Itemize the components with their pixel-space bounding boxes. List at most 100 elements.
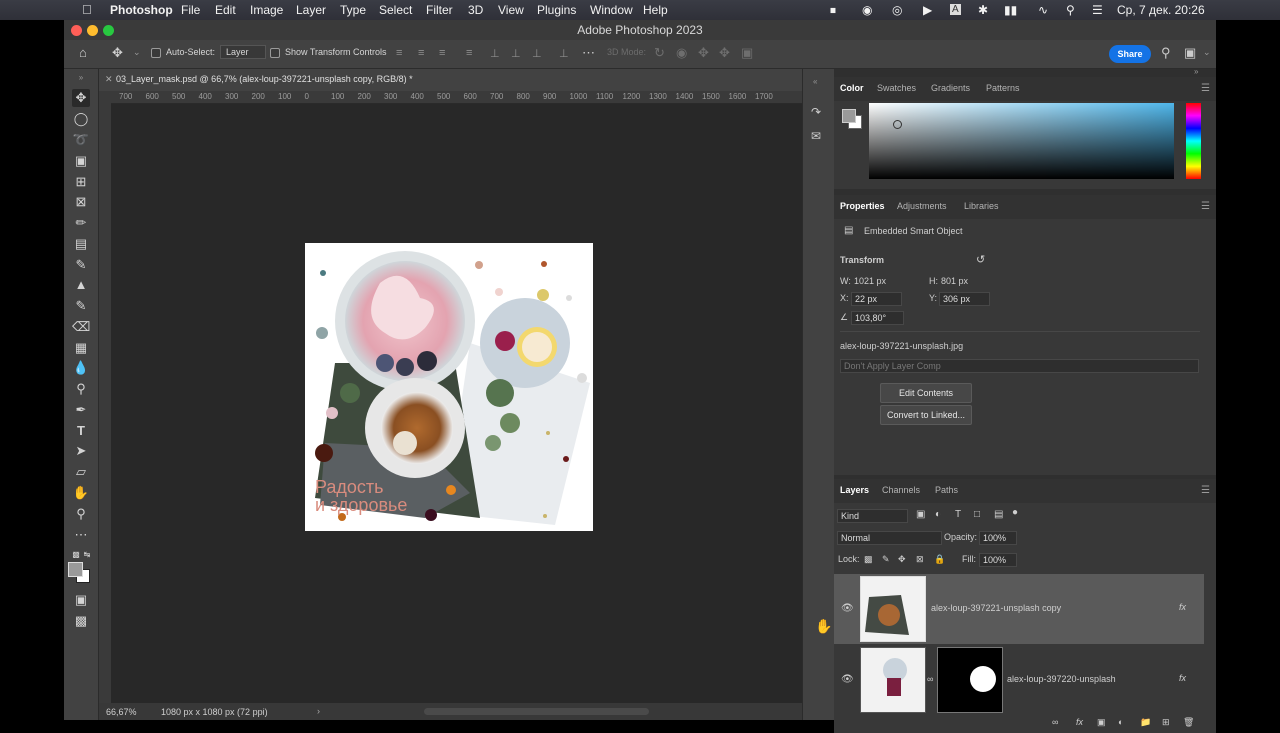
- hue-slider[interactable]: [1186, 103, 1201, 179]
- menu-view[interactable]: View: [498, 3, 524, 17]
- link-layers-icon[interactable]: ∞: [1052, 717, 1058, 727]
- quick-mask-icon[interactable]: ▣: [72, 591, 90, 609]
- pen-tool-icon[interactable]: ✒: [72, 401, 90, 419]
- h-value[interactable]: 801 px: [941, 276, 968, 286]
- layer-row[interactable]: 👁 ∞ alex-loup-397220-unsplash fx: [834, 645, 1204, 715]
- zoom-tool-icon[interactable]: ⚲: [72, 505, 90, 523]
- x-field[interactable]: 22 px: [851, 292, 902, 306]
- add-style-icon[interactable]: fx: [1076, 717, 1083, 727]
- dodge-tool-icon[interactable]: ⚲: [72, 380, 90, 398]
- menu-type[interactable]: Type: [340, 3, 366, 17]
- tab-swatches[interactable]: Swatches: [877, 83, 916, 93]
- distribute-icon[interactable]: ≡: [466, 47, 472, 59]
- tab-layers[interactable]: Layers: [840, 485, 869, 495]
- layer-comp-dropdown[interactable]: Don't Apply Layer Comp: [840, 359, 1199, 373]
- lasso-tool-icon[interactable]: ➰: [72, 131, 90, 149]
- tab-color[interactable]: Color: [840, 83, 864, 93]
- new-group-icon[interactable]: 📁: [1140, 717, 1151, 728]
- mask-link-icon[interactable]: ∞: [927, 674, 933, 684]
- eyedropper-tool-icon[interactable]: ✏: [72, 214, 90, 232]
- lock-artboard-icon[interactable]: ⊠: [916, 554, 924, 565]
- edit-toolbar-icon[interactable]: ⋯: [72, 526, 90, 544]
- filter-smart-object-icon[interactable]: ▤: [994, 509, 1003, 520]
- menu-window[interactable]: Window: [590, 3, 633, 17]
- tab-gradients[interactable]: Gradients: [931, 83, 970, 93]
- reset-transform-icon[interactable]: ↺: [976, 253, 985, 266]
- close-window-button[interactable]: [71, 25, 82, 36]
- type-tool-icon[interactable]: T: [72, 422, 90, 440]
- align-bottom-icon[interactable]: ⊥: [532, 47, 542, 60]
- align-middle-icon[interactable]: ⊥: [511, 47, 521, 60]
- edit-contents-button[interactable]: Edit Contents: [880, 383, 972, 403]
- workspace-icon[interactable]: ▣: [1184, 45, 1196, 61]
- auto-select-checkbox[interactable]: [151, 48, 161, 58]
- status-chevron-icon[interactable]: ›: [317, 706, 320, 716]
- menu-help[interactable]: Help: [643, 3, 668, 17]
- collapse-right-icon[interactable]: »: [1194, 67, 1198, 76]
- healing-brush-tool-icon[interactable]: ▤: [72, 235, 90, 253]
- add-mask-icon[interactable]: ▣: [1097, 717, 1106, 728]
- tab-patterns[interactable]: Patterns: [986, 83, 1020, 93]
- input-source-icon[interactable]: A: [950, 4, 961, 15]
- blur-tool-icon[interactable]: 💧: [72, 359, 90, 377]
- distribute-vertical-icon[interactable]: ⊥: [559, 47, 569, 60]
- menu-filter[interactable]: Filter: [426, 3, 453, 17]
- menu-select[interactable]: Select: [379, 3, 412, 17]
- filter-kind-dropdown[interactable]: Kind: [837, 509, 908, 523]
- screen-mode-icon[interactable]: ▩: [72, 612, 90, 630]
- layer-thumbnail[interactable]: [860, 576, 926, 642]
- show-transform-checkbox[interactable]: [270, 48, 280, 58]
- lock-transparency-icon[interactable]: ▩: [864, 554, 873, 565]
- angle-field[interactable]: 103,80°: [851, 311, 904, 325]
- menu-plugins[interactable]: Plugins: [537, 3, 576, 17]
- properties-menu-icon[interactable]: ☰: [1201, 201, 1210, 212]
- align-center-icon[interactable]: ≡: [418, 47, 424, 59]
- blend-mode-dropdown[interactable]: Normal: [837, 531, 942, 545]
- tab-paths[interactable]: Paths: [935, 485, 958, 495]
- tab-libraries[interactable]: Libraries: [964, 201, 999, 211]
- workspace-chevron-icon[interactable]: ⌄: [1203, 47, 1211, 58]
- clone-stamp-tool-icon[interactable]: ▲: [72, 276, 90, 294]
- filter-shape-icon[interactable]: □: [974, 509, 980, 520]
- apple-icon[interactable]: : [82, 2, 92, 17]
- move-tool-preset-icon[interactable]: ✥: [112, 45, 123, 61]
- tab-adjustments[interactable]: Adjustments: [897, 201, 947, 211]
- maximize-window-button[interactable]: [103, 25, 114, 36]
- filter-toggle-icon[interactable]: ●: [1012, 507, 1018, 518]
- layers-menu-icon[interactable]: ☰: [1201, 485, 1210, 496]
- more-options-icon[interactable]: ⋯: [582, 45, 595, 61]
- brush-tool-icon[interactable]: ✎: [72, 256, 90, 274]
- visibility-eye-icon[interactable]: 👁: [841, 603, 854, 614]
- comments-panel-icon[interactable]: ✉: [811, 129, 821, 143]
- gradient-tool-icon[interactable]: ▦: [72, 339, 90, 357]
- color-panel-menu-icon[interactable]: ☰: [1201, 83, 1210, 94]
- fill-field[interactable]: 100%: [979, 553, 1017, 567]
- move-tool-icon[interactable]: ✥: [72, 89, 90, 107]
- convert-linked-button[interactable]: Convert to Linked...: [880, 405, 972, 425]
- tab-channels[interactable]: Channels: [882, 485, 920, 495]
- foreground-color-swatch[interactable]: [68, 562, 83, 577]
- zoom-level[interactable]: 66,67%: [106, 707, 137, 717]
- w-value[interactable]: 1021 px: [854, 276, 886, 286]
- record-stop-icon[interactable]: ⏹: [830, 3, 836, 18]
- play-icon[interactable]: ▶: [923, 3, 932, 17]
- frame-tool-icon[interactable]: ⊠: [72, 193, 90, 211]
- menu-file[interactable]: File: [181, 3, 200, 17]
- home-icon[interactable]: ⌂: [79, 45, 87, 60]
- menu-image[interactable]: Image: [250, 3, 283, 17]
- horizontal-scroll-thumb[interactable]: [424, 708, 649, 715]
- panel-foreground-color[interactable]: [842, 109, 856, 123]
- filter-type-icon[interactable]: T: [955, 509, 961, 520]
- chevron-down-icon[interactable]: ⌄: [133, 47, 141, 58]
- status-icon-2[interactable]: ◎: [892, 3, 902, 17]
- auto-select-dropdown[interactable]: Layer: [220, 45, 266, 59]
- delete-layer-icon[interactable]: 🗑: [1183, 717, 1194, 728]
- layer-fx-icon[interactable]: fx: [1179, 673, 1186, 683]
- object-selection-tool-icon[interactable]: ▣: [72, 152, 90, 170]
- menubar-clock[interactable]: Ср, 7 дек. 20:26: [1117, 3, 1205, 17]
- color-field[interactable]: [869, 103, 1174, 179]
- filter-adjustment-icon[interactable]: ◐: [935, 509, 941, 520]
- align-left-icon[interactable]: ≡: [396, 47, 402, 59]
- canvas[interactable]: Радость и здоровье: [305, 243, 593, 531]
- history-panel-icon[interactable]: ↷: [811, 105, 821, 119]
